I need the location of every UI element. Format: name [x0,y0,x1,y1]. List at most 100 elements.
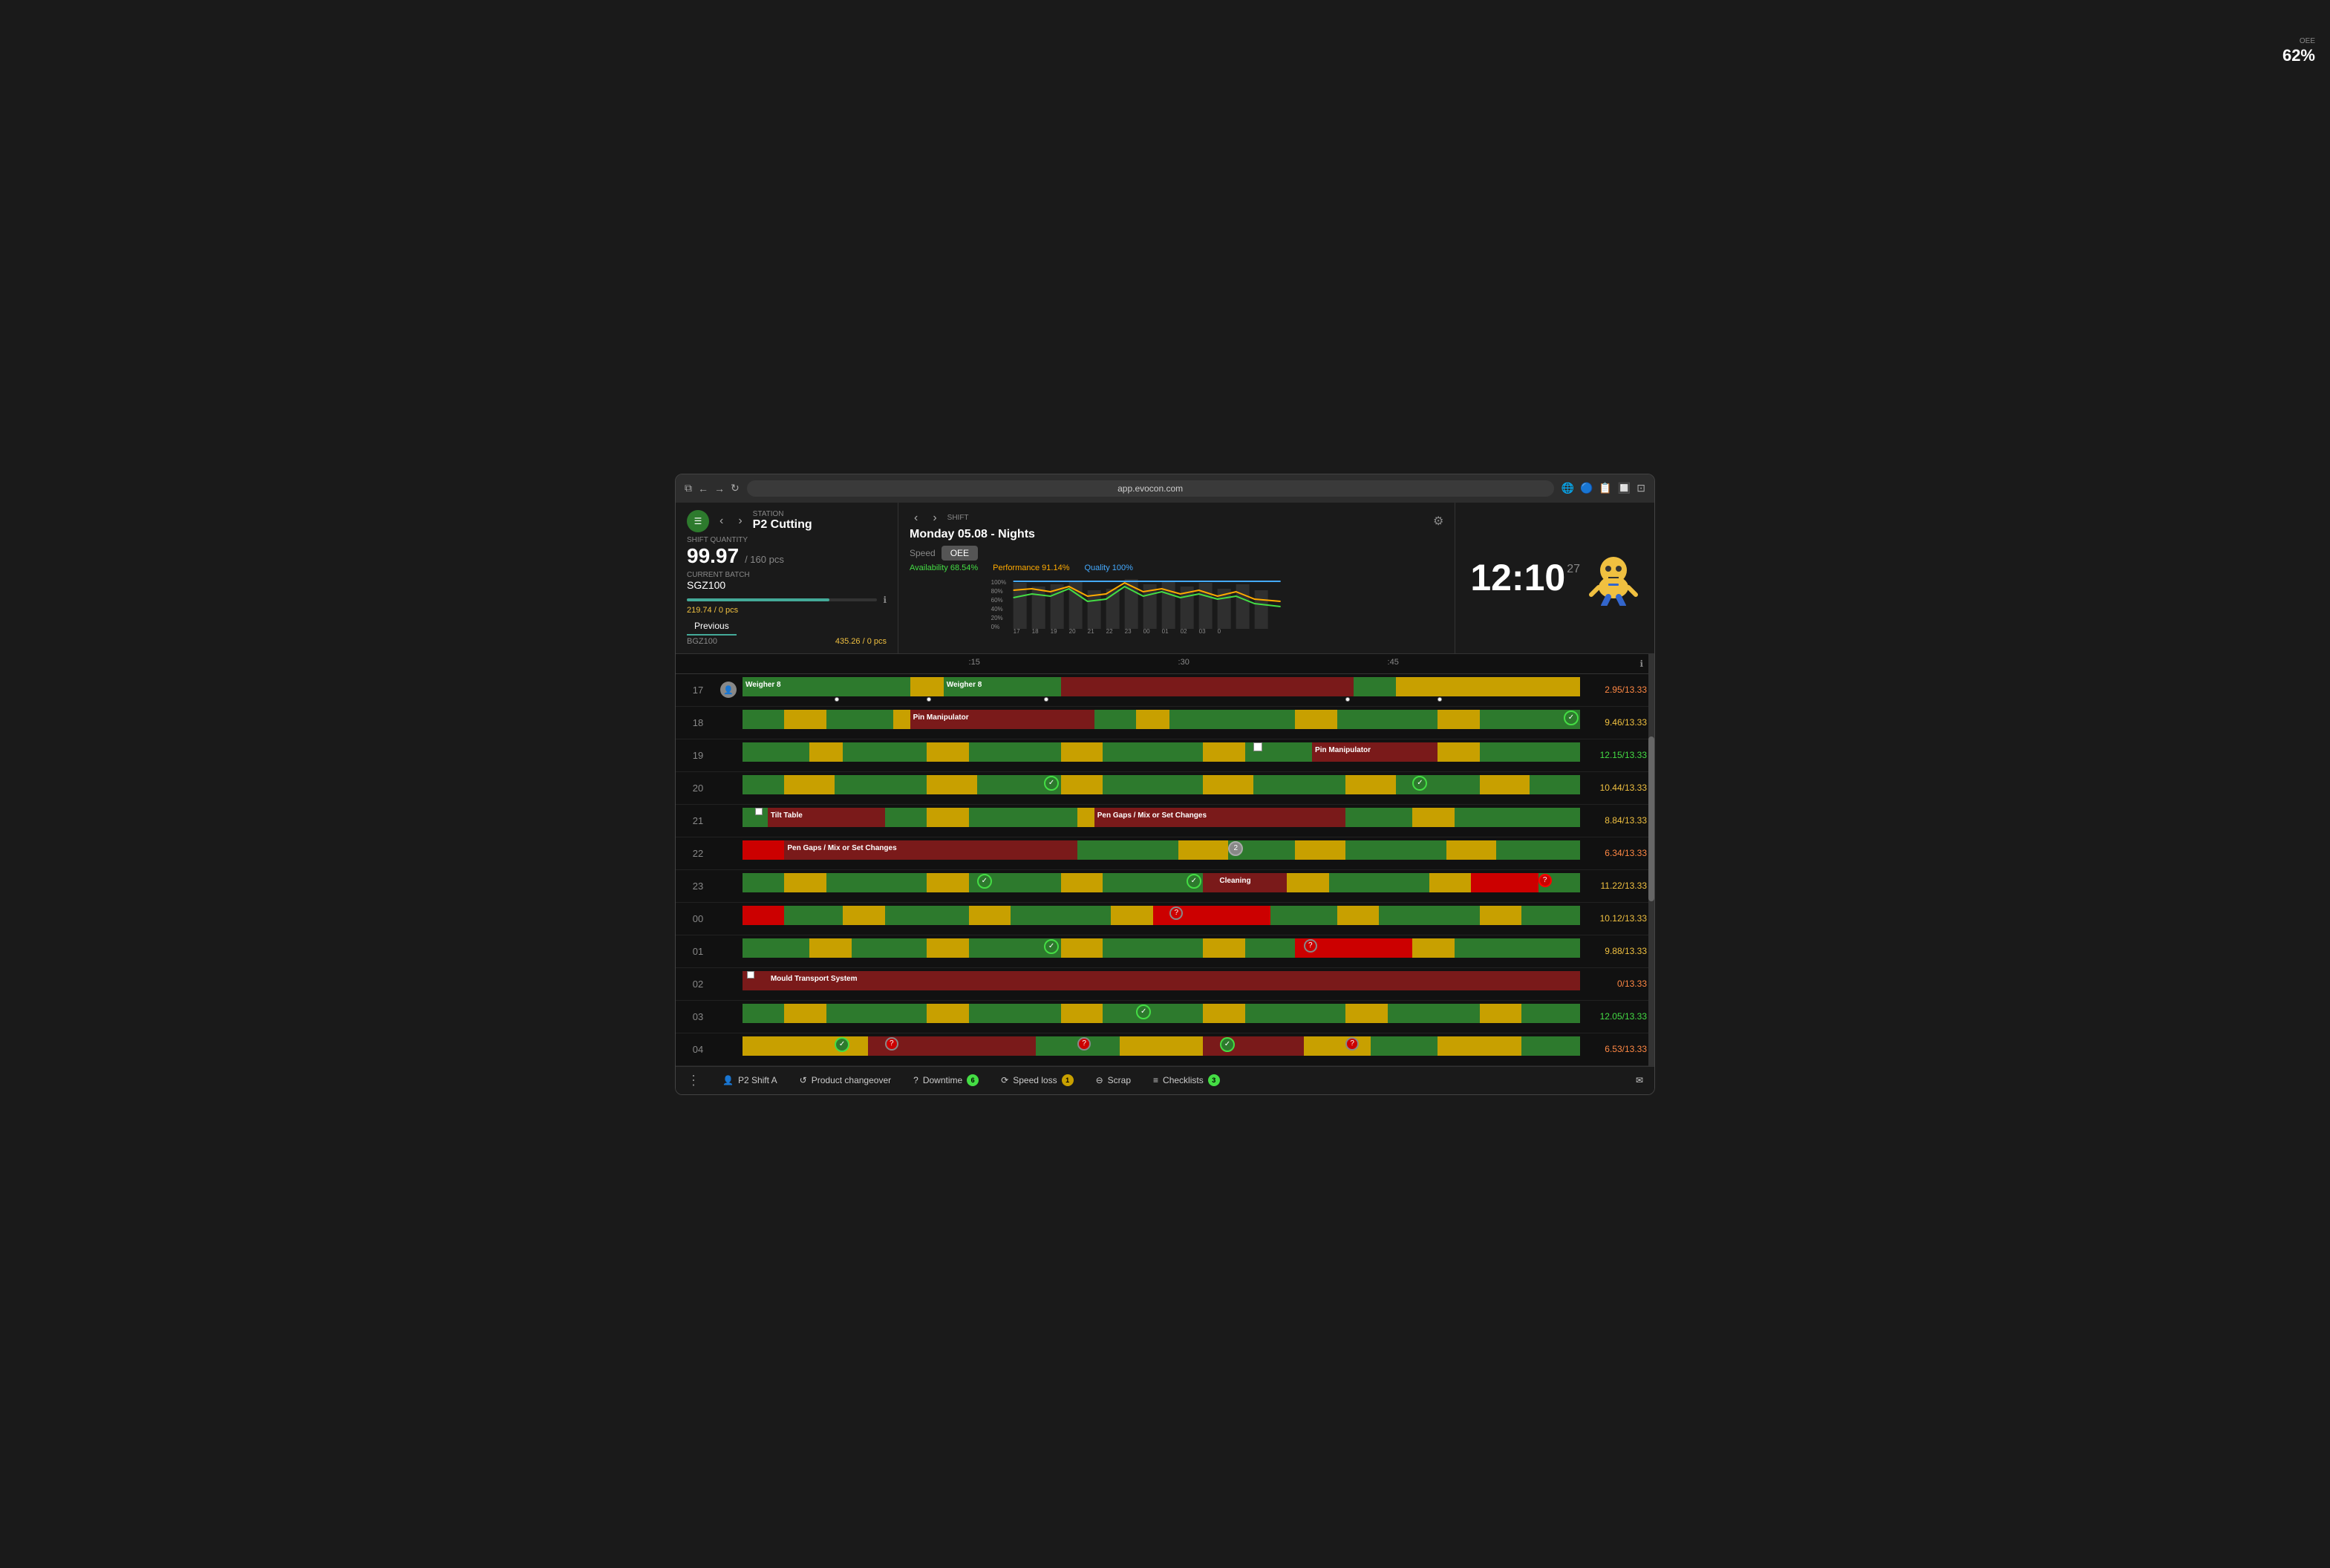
downtime-icon: ? [913,1075,918,1085]
oee-button[interactable]: OEE [942,546,978,561]
svg-text:0: 0 [1218,628,1221,635]
seg [1345,1004,1387,1023]
dot [1044,697,1048,702]
bottom-item-checklists[interactable]: ≡ Checklists 3 [1153,1074,1220,1086]
row-number-23: 23 [676,881,720,892]
seg-yellow2 [1396,677,1446,696]
table-row: 21 Tilt Table Pen Gaps / Mix or Set Chan… [676,805,1654,837]
shift-next-arrow[interactable]: › [928,510,941,526]
bar-label: Pin Manipulator [913,713,969,722]
seg [1379,906,1479,925]
performance-metric: Performance 91.14% [993,564,1069,572]
svg-text:21: 21 [1088,628,1094,635]
dot [927,697,931,702]
checklist-icon: ✓ [1187,874,1201,889]
bottom-item-changeover[interactable]: ↺ Product changeover [800,1075,891,1085]
time-markers-container: :15 :30 :45 [743,658,1580,670]
seg [1295,840,1345,860]
bottom-item-scrap[interactable]: ⊖ Scrap [1096,1075,1131,1085]
row-score-03: 12.05/13.33 [1580,1011,1654,1022]
station-name: P2 Cutting [753,518,812,532]
globe-icon: 🌐 [1562,482,1574,494]
seg [927,775,977,794]
hamburger-button[interactable]: ☰ [687,510,709,532]
seg [885,906,969,925]
previous-tab[interactable]: Previous [687,618,737,636]
menu-button[interactable]: ⋮ [687,1073,700,1088]
bar-label: Pen Gaps / Mix or Set Changes [787,844,896,852]
seg: Mould Transport System [768,971,944,990]
badge-icon: 2 [1228,841,1243,856]
changeover-label: Product changeover [812,1075,891,1085]
bottom-item-speedloss[interactable]: ⟳ Speed loss 1 [1001,1074,1073,1086]
scrollbar[interactable] [1648,654,1654,1066]
row-score-18: 9.46/13.33 [1580,717,1654,728]
table-row: 03 ✓ 12.05/13.33 [676,1001,1654,1033]
bar-label: Tilt Table [771,811,803,820]
row-score-20: 10.44/13.33 [1580,783,1654,793]
dot [1345,697,1350,702]
browser-right-icons: 🌐 🔵 📋 🔲 ⊡ [1562,482,1645,494]
svg-text:01: 01 [1162,628,1169,635]
refresh-button[interactable]: ↻ [731,482,740,494]
seg [1438,710,1479,729]
seg: Cleaning [1203,873,1287,892]
seg [1480,775,1530,794]
batch-name: SGZ100 [687,579,887,591]
bottom-item-downtime[interactable]: ? Downtime 6 [913,1074,979,1086]
seg [784,1004,826,1023]
seg [743,710,910,729]
flag-icon [747,971,754,979]
seg [1345,840,1446,860]
scrollbar-thumb[interactable] [1648,736,1654,901]
shift-name-row: Monday 05.08 - Nights [910,528,1443,541]
forward-button[interactable]: → [714,483,725,494]
seg [1094,710,1136,729]
speedloss-label: Speed loss [1013,1075,1057,1085]
seg [743,775,1580,794]
tabs-row: Previous [687,618,887,636]
row-number-22: 22 [676,848,720,859]
seg [1412,938,1454,958]
clock-display: 12:10 27 [1470,559,1580,596]
browser-bar: ⧉ ← → ↻ app.evocon.com 🌐 🔵 📋 🔲 ⊡ [676,474,1654,503]
seg-green3: Weigher 8 [944,677,1061,696]
row-number-17: 17 [676,685,720,696]
station-nav: ☰ ‹ › STATION P2 Cutting [687,510,887,532]
seg [1521,1036,1580,1056]
row-bars-19: Pin Manipulator [743,739,1580,771]
seg [743,1004,1580,1023]
bottom-item-mail[interactable]: ✉ [1636,1075,1643,1085]
svg-text:40%: 40% [991,606,1003,612]
seg [743,840,784,860]
shift-nav: ‹ › SHIFT [910,510,1443,526]
url-bar[interactable]: app.evocon.com [747,480,1554,497]
tab-icon: ⧉ [685,482,692,494]
bottom-item-shift[interactable]: 👤 P2 Shift A [722,1075,777,1085]
settings-icon[interactable]: ⚙ [1433,514,1443,529]
shift-prev-arrow[interactable]: ‹ [910,510,922,526]
station-next-arrow[interactable]: › [734,513,746,529]
table-row: 01 ✓ ? 9.88/13.33 [676,935,1654,968]
dot [1438,697,1442,702]
browser-window: ⧉ ← → ↻ app.evocon.com 🌐 🔵 📋 🔲 ⊡ ☰ ‹ › [675,474,1655,1095]
station-prev-arrow[interactable]: ‹ [715,513,728,529]
row-avatar-17: 👤 [720,682,743,698]
back-button[interactable]: ← [698,483,708,494]
oee-chart-container: 100% 80% 60% 40% 20% 0% [910,575,1443,638]
mail-icon: ✉ [1636,1075,1643,1085]
station-panel: ☰ ‹ › STATION P2 Cutting SHIFT QUANTITY … [676,503,898,653]
table-row: 17 👤 Weigher 8 Weigher 8 [676,674,1654,707]
checklist-icon: ✓ [1220,1037,1235,1052]
checklist-icon: ✓ [1136,1004,1151,1019]
seg-green2 [843,677,910,696]
seg [1295,710,1337,729]
row-score-00: 10.12/13.33 [1580,913,1654,924]
seg [1178,840,1229,860]
speed-row: Speed OEE [910,546,1443,561]
seg [1203,938,1244,958]
table-row: 20 ✓ ✓ 10.44/13.33 [676,772,1654,805]
seg [1480,1004,1521,1023]
seg [1077,840,1178,860]
seg [784,775,835,794]
